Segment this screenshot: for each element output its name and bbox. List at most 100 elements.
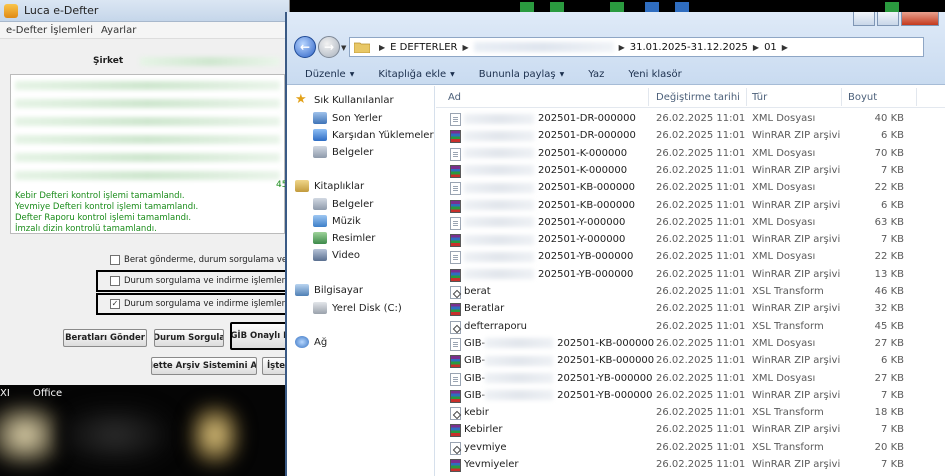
breadcrumb-separator-icon[interactable]: ▶ [619,43,625,52]
file-row[interactable]: GIB- 202501-YB-000000 26.02.2025 11:01 WinR… [436,388,945,405]
log-line: Defter Raporu kontrol işlemi tamamlandı. [15,213,192,223]
forward-arrow-icon[interactable]: → [318,36,340,58]
nette-checkbox-row[interactable]: Durum sorgulama ve indirme işlemleri Net… [96,270,289,292]
maximize-button[interactable] [877,12,899,26]
file-row[interactable]: GIB- 202501-KB-000000 26.02.2025 11:01 XML … [436,336,945,353]
file-row[interactable]: GIB- 202501-YB-000000 26.02.2025 11:01 XML … [436,371,945,388]
burn-button[interactable]: Yaz [576,69,616,80]
file-row[interactable]: berat 26.02.2025 11:01 XSL Transform 46 KB [436,284,945,301]
file-name: Kebirler [464,424,503,435]
luca-window: Luca e-Defter e-Defter İşlemleri Ayarlar… [0,0,290,385]
redacted-text [464,130,534,141]
close-button[interactable] [901,12,939,26]
nette-arsiv-button[interactable]: Nette Arşiv Sistemini Aç [151,357,257,375]
checkbox-unchecked[interactable] [110,276,120,286]
file-row[interactable]: 202501-DR-000000 26.02.2025 11:01 XML Dosy… [436,111,945,128]
file-row[interactable]: yevmiye 26.02.2025 11:01 XSL Transform 20 K… [436,440,945,457]
organize-menu[interactable]: Düzenle ▼ [287,69,366,80]
minimize-button[interactable] [853,12,875,26]
redacted-text [485,373,554,383]
downloads-icon [313,129,327,141]
add-to-library-menu[interactable]: Kitaplığa ekle ▼ [366,69,466,80]
file-row[interactable]: 202501-KB-000000 26.02.2025 11:01 WinRAR Z… [436,198,945,215]
company-redacted [140,57,280,66]
file-row[interactable]: 202501-YB-000000 26.02.2025 11:01 WinRAR Z… [436,267,945,284]
column-header-type[interactable]: Tür [752,92,767,103]
nav-downloads[interactable]: Karşıdan Yüklemeler [313,129,434,141]
file-row[interactable]: Beratlar 26.02.2025 11:01 WinRAR ZIP arşiv… [436,301,945,318]
checkbox-unchecked[interactable] [110,255,120,265]
breadcrumb-month[interactable]: 01 [764,42,777,53]
file-date: 26.02.2025 11:01 [656,337,746,349]
menu-edefter-islemleri[interactable]: e-Defter İşlemleri [6,25,93,36]
address-bar[interactable]: ▶ E DEFTERLER ▶ ▶ 31.01.2025-31.12.2025 … [349,37,924,57]
network-icon [295,336,309,348]
iste-checkbox-row[interactable]: ✓ Durum sorgulama ve indirme işlemleri İ… [96,293,289,315]
column-divider[interactable] [648,88,649,106]
nav-computer[interactable]: Bilgisayar [295,284,363,296]
new-folder-button[interactable]: Yeni klasör [616,69,693,80]
excel-taskbar-icon[interactable] [520,2,534,12]
column-header-name[interactable]: Ad [448,92,461,103]
file-row[interactable]: GIB- 202501-KB-000000 26.02.2025 11:01 WinR… [436,353,945,370]
nav-local-disk[interactable]: Yerel Disk (C:) [313,302,402,314]
file-row[interactable]: 202501-K-000000 26.02.2025 11:01 WinRAR ZI… [436,163,945,180]
breadcrumb-separator-icon[interactable]: ▶ [379,43,385,52]
file-row[interactable]: Yevmiyeler 26.02.2025 11:01 WinRAR ZIP arş… [436,457,945,474]
redacted-text [464,269,534,280]
breadcrumb-period[interactable]: 31.01.2025-31.12.2025 [630,42,748,53]
column-header-date[interactable]: Değiştirme tarihi [656,92,740,103]
nav-recent[interactable]: Son Yerler [313,112,382,124]
file-row[interactable]: kebir 26.02.2025 11:01 XSL Transform 18 KB [436,405,945,422]
nav-video[interactable]: Video [313,249,360,261]
menu-ayarlar[interactable]: Ayarlar [101,25,136,36]
nav-lib-documents[interactable]: Belgeler [313,198,373,210]
column-divider[interactable] [841,88,842,106]
breadcrumb-separator-icon[interactable]: ▶ [782,43,788,52]
berat-gonderme-checkbox-row[interactable]: Berat gönderme, durum sorgulama ve indir… [110,255,289,265]
column-divider[interactable] [916,88,917,106]
file-row[interactable]: 202501-KB-000000 26.02.2025 11:01 XML Dosy… [436,180,945,197]
history-chevron-down-icon[interactable]: ▼ [341,44,346,52]
gib-onayli-button[interactable]: GİB Onaylı B [230,322,289,350]
file-row[interactable]: defterraporu 26.02.2025 11:01 XSL Transfor… [436,319,945,336]
luca-titlebar[interactable]: Luca e-Defter [0,0,289,22]
nav-favorites[interactable]: ★ Sık Kullanılanlar [295,93,394,106]
nav-documents[interactable]: Belgeler [313,146,373,158]
redacted-text [464,234,534,245]
share-with-menu[interactable]: Bununla paylaş ▼ [467,69,576,80]
word-taskbar-icon[interactable] [645,2,659,12]
file-size: 7 KB [881,234,904,246]
file-row[interactable]: 202501-Y-000000 26.02.2025 11:01 WinRAR ZI… [436,232,945,249]
excel-taskbar-icon[interactable] [610,2,624,12]
file-type: WinRAR ZIP arşivi [752,234,841,246]
breadcrumb-separator-icon[interactable]: ▶ [753,43,759,52]
excel-taskbar-icon[interactable] [885,2,899,12]
breadcrumb-separator-icon[interactable]: ▶ [462,43,468,52]
nav-network[interactable]: Ağ [295,336,327,348]
breadcrumb-e-defterler[interactable]: E DEFTERLER [390,42,457,53]
nav-pictures[interactable]: Resimler [313,232,375,244]
column-header-size[interactable]: Boyut [848,92,877,103]
nav-label: Yerel Disk (C:) [332,302,402,314]
word-taskbar-icon[interactable] [675,2,689,12]
file-name: berat [464,286,491,297]
durum-sorgula-button[interactable]: Durum Sorgula [154,329,224,347]
file-row[interactable]: Kebirler 26.02.2025 11:01 WinRAR ZIP arşiv… [436,422,945,439]
file-row[interactable]: 202501-DR-000000 26.02.2025 11:01 WinRAR Z… [436,128,945,145]
checkbox-checked[interactable]: ✓ [110,299,120,309]
company-label: Şirket [93,56,124,66]
back-arrow-icon[interactable]: ← [294,36,316,58]
file-row[interactable]: 202501-K-000000 26.02.2025 11:01 XML Dosya… [436,146,945,163]
file-size: 18 KB [874,407,904,419]
file-row[interactable]: 202501-YB-000000 26.02.2025 11:01 XML Dosy… [436,249,945,266]
file-row[interactable]: 202501-Y-000000 26.02.2025 11:01 XML Dosya… [436,215,945,232]
file-size: 27 KB [874,337,904,349]
nav-music[interactable]: Müzik [313,215,361,227]
beratlari-gonder-button[interactable]: Beratları Gönder [63,329,147,347]
column-divider[interactable] [746,88,747,106]
file-name-text: 202501-Y-000000 [538,216,626,228]
excel-taskbar-icon[interactable] [550,2,564,12]
nav-libraries[interactable]: Kitaplıklar [295,180,364,192]
file-type: XML Dosyası [752,147,816,159]
